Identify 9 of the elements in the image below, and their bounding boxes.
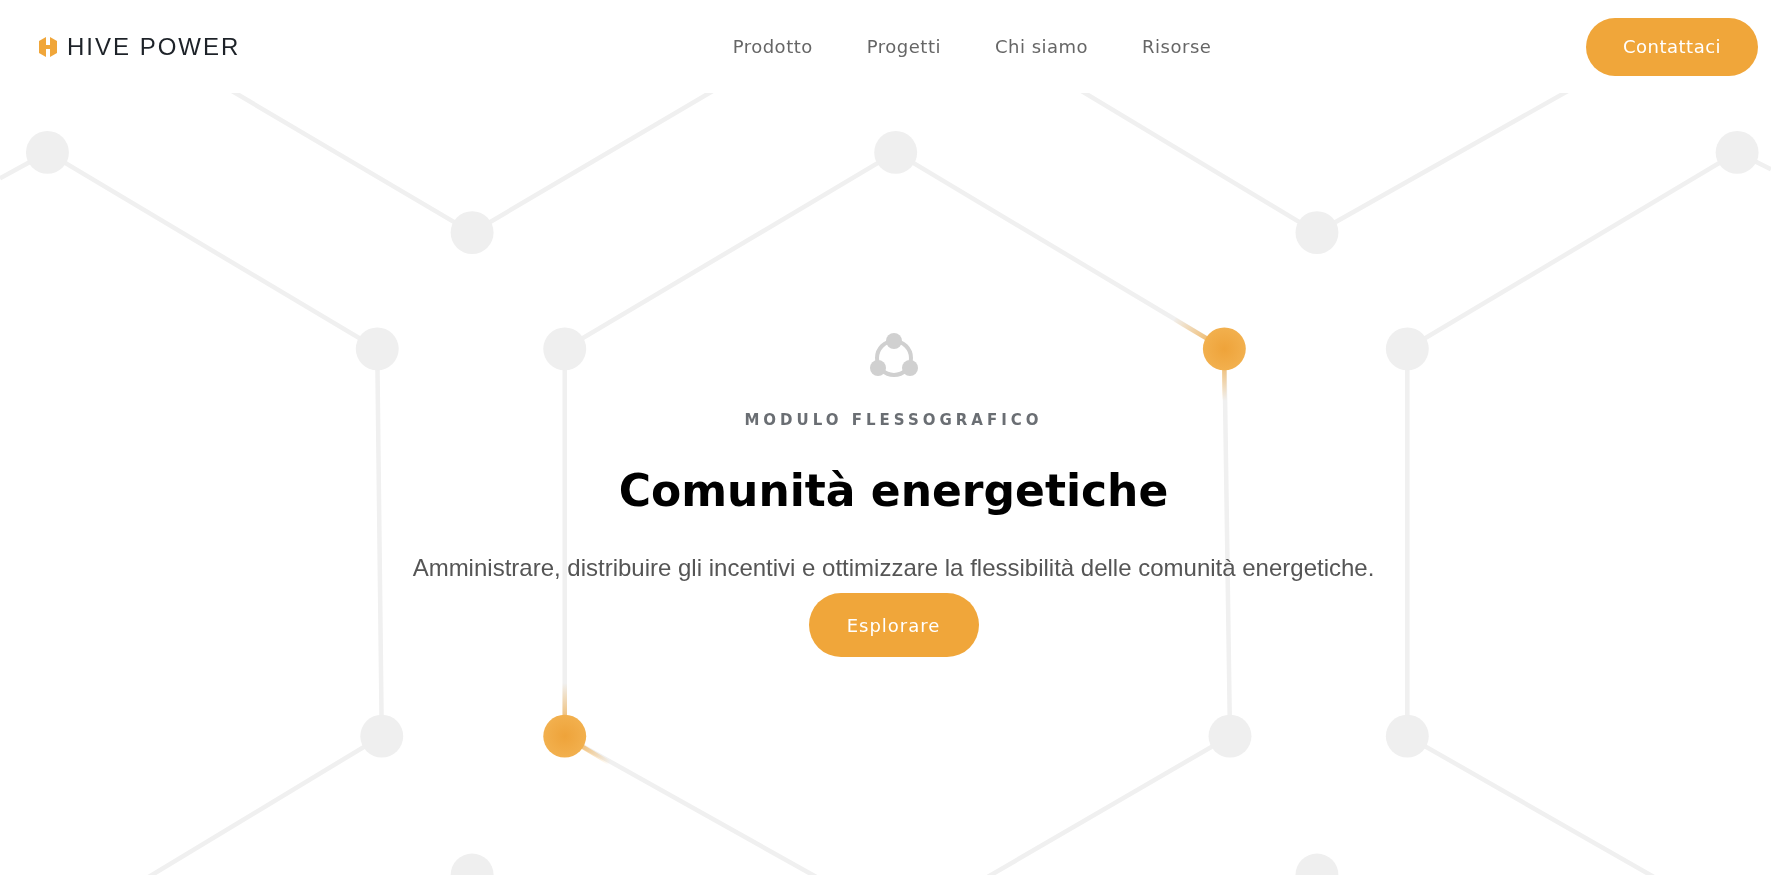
logo-text[interactable]: HIVE POWER xyxy=(67,32,241,61)
nav-link[interactable]: Chi siamo xyxy=(994,36,1089,57)
nav-link[interactable]: Risorse xyxy=(1142,36,1212,57)
hero-title: Comunità energetiche xyxy=(618,465,1169,516)
hero-subtitle: Amministrare, distribuire gli incentivi e ottimizzare la flessibilità delle comunità energetiche. xyxy=(412,554,1375,582)
section-label: MODULO FLESSOGRAFICO xyxy=(744,411,1043,429)
nav-link[interactable]: Prodotto xyxy=(732,36,813,57)
hexagon-logo-icon[interactable] xyxy=(38,35,58,58)
nav-link[interactable]: Progetti xyxy=(866,36,941,57)
